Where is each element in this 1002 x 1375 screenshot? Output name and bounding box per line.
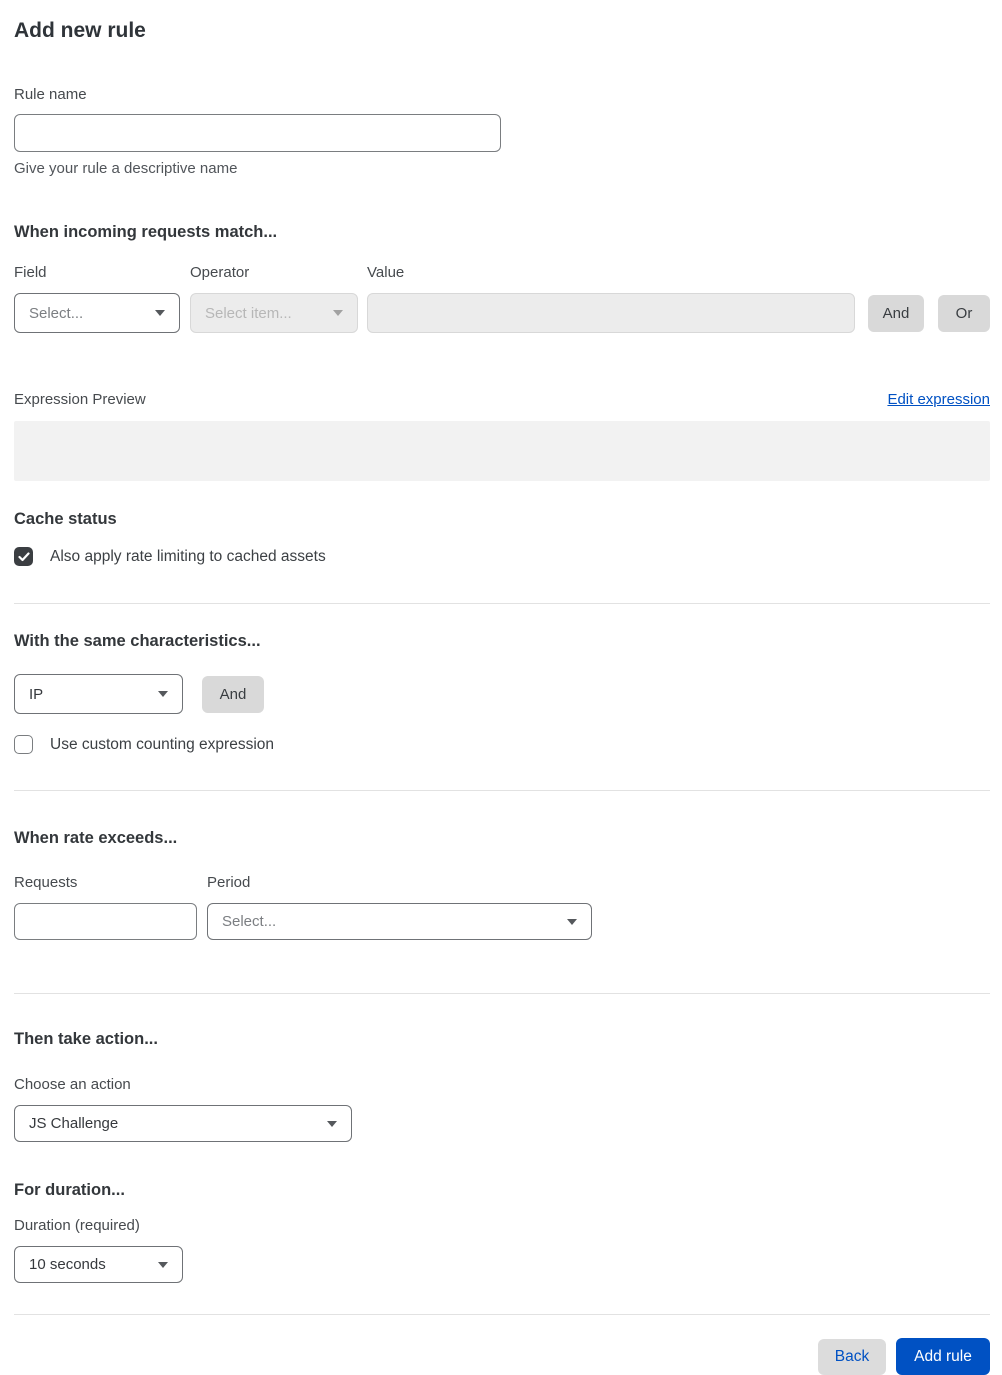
chevron-down-icon <box>567 918 577 925</box>
requests-input[interactable] <box>14 903 197 940</box>
period-label: Period <box>207 874 251 891</box>
rate-heading: When rate exceeds... <box>14 829 178 847</box>
period-select[interactable]: Select... <box>207 903 592 940</box>
custom-counting-checkbox-label: Use custom counting expression <box>50 735 275 753</box>
value-input[interactable] <box>367 293 855 333</box>
operator-select-value: Select item... <box>205 304 292 322</box>
field-select[interactable]: Select... <box>14 293 180 333</box>
field-select-value: Select... <box>29 304 84 322</box>
checkmark-icon <box>17 551 30 561</box>
or-button[interactable]: Or <box>938 295 990 332</box>
action-select-value: JS Challenge <box>29 1115 119 1132</box>
action-select[interactable]: JS Challenge <box>14 1105 352 1142</box>
characteristic-select-value: IP <box>29 685 44 703</box>
period-select-value: Select... <box>222 913 277 930</box>
characteristic-select[interactable]: IP <box>14 674 183 714</box>
back-button[interactable]: Back <box>818 1338 886 1375</box>
cached-assets-checkbox[interactable] <box>14 547 33 566</box>
requests-label: Requests <box>14 874 78 891</box>
field-label: Field <box>14 264 47 281</box>
operator-label: Operator <box>190 264 250 281</box>
match-builder-row: Field Select... Operator Select item... … <box>14 264 990 333</box>
section-divider <box>14 603 990 604</box>
rule-name-label: Rule name <box>14 86 87 103</box>
custom-counting-checkbox[interactable] <box>14 735 33 754</box>
chevron-down-icon <box>155 310 165 316</box>
footer-actions: Back Add rule <box>14 1338 990 1375</box>
action-heading: Then take action... <box>14 1030 158 1048</box>
operator-select[interactable]: Select item... <box>190 293 358 333</box>
add-rule-button[interactable]: Add rule <box>896 1338 990 1375</box>
match-section-heading: When incoming requests match... <box>14 223 278 241</box>
rule-name-helper: Give your rule a descriptive name <box>14 160 238 177</box>
chevron-down-icon <box>158 691 168 697</box>
rule-name-input[interactable] <box>14 114 501 152</box>
page-title: Add new rule <box>14 19 146 42</box>
section-divider <box>14 993 990 994</box>
characteristics-and-button[interactable]: And <box>202 675 264 713</box>
duration-select-value: 10 seconds <box>29 1256 106 1273</box>
expression-preview-box <box>14 421 990 481</box>
duration-heading: For duration... <box>14 1181 125 1199</box>
footer-divider <box>14 1314 990 1315</box>
characteristics-heading: With the same characteristics... <box>14 632 261 650</box>
and-button[interactable]: And <box>868 295 924 332</box>
edit-expression-link[interactable]: Edit expression <box>887 391 990 408</box>
cache-status-heading: Cache status <box>14 510 117 528</box>
chevron-down-icon <box>333 310 343 316</box>
cached-assets-checkbox-label: Also apply rate limiting to cached asset… <box>50 547 326 565</box>
add-rule-form: Add new rule Rule name Give your rule a … <box>0 19 1002 1375</box>
expression-preview-label: Expression Preview <box>14 391 146 408</box>
chevron-down-icon <box>327 1120 337 1127</box>
duration-label: Duration (required) <box>14 1217 140 1234</box>
choose-action-label: Choose an action <box>14 1076 131 1093</box>
value-label: Value <box>367 264 405 281</box>
section-divider <box>14 790 990 791</box>
chevron-down-icon <box>158 1261 168 1268</box>
duration-select[interactable]: 10 seconds <box>14 1246 183 1283</box>
